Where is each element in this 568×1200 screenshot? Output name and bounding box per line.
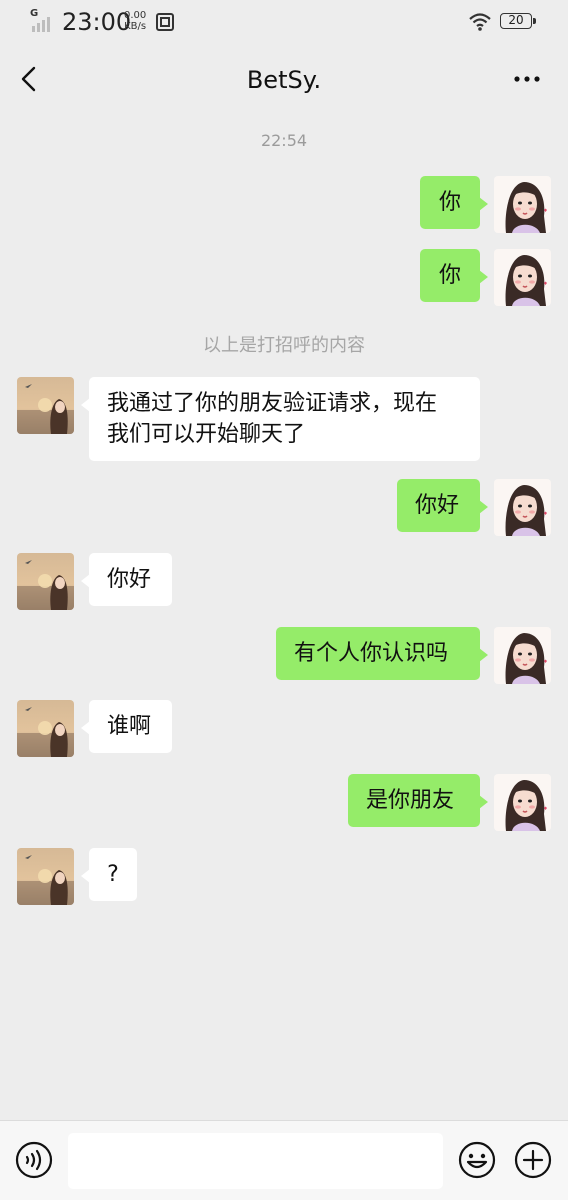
my-avatar[interactable] xyxy=(494,627,551,684)
status-bar: G 23:00 0.00 KB/s 20 xyxy=(0,0,568,46)
voice-icon xyxy=(15,1141,53,1179)
wifi-icon xyxy=(469,13,491,31)
message-line: 我们可以开始聊天了 xyxy=(107,422,306,447)
my-avatar[interactable] xyxy=(494,479,551,536)
incoming-message[interactable]: 谁啊 xyxy=(81,700,172,753)
outgoing-message[interactable]: 是你朋友 xyxy=(348,774,488,827)
contact-avatar[interactable] xyxy=(17,553,74,610)
outgoing-message[interactable]: 你 xyxy=(420,249,488,302)
more-icon xyxy=(514,76,540,82)
signal-icon: G xyxy=(30,8,54,32)
plus-button[interactable] xyxy=(514,1141,552,1179)
message-line: 我通过了你的朋友验证请求，现在 xyxy=(107,391,438,416)
status-time: 23:00 xyxy=(62,8,132,36)
outgoing-message[interactable]: 你 xyxy=(420,176,488,229)
more-options-button[interactable] xyxy=(510,72,544,86)
my-avatar[interactable] xyxy=(494,176,551,233)
network-speed-value: 0.00 xyxy=(124,10,147,21)
chat-screen: G 23:00 0.00 KB/s 20 BetSy. 22:54 你 你 以上… xyxy=(0,0,568,1200)
screenshot-icon xyxy=(156,13,174,31)
outgoing-message[interactable]: 有个人你认识吗 xyxy=(276,627,488,680)
contact-name: BetSy. xyxy=(246,66,322,94)
network-speed: 0.00 KB/s xyxy=(124,10,146,32)
input-bar xyxy=(0,1120,568,1200)
outgoing-message[interactable]: 你好 xyxy=(397,479,488,532)
contact-avatar[interactable] xyxy=(17,377,74,434)
chat-timestamp: 22:54 xyxy=(260,131,308,150)
battery-indicator: 20 xyxy=(500,13,536,29)
my-avatar[interactable] xyxy=(494,249,551,306)
message-input[interactable] xyxy=(68,1133,443,1189)
my-avatar[interactable] xyxy=(494,774,551,831)
voice-button[interactable] xyxy=(15,1141,53,1179)
incoming-message[interactable]: 我通过了你的朋友验证请求，现在 我们可以开始聊天了 xyxy=(81,377,480,461)
emoji-button[interactable] xyxy=(458,1141,496,1179)
incoming-message[interactable]: 你好 xyxy=(81,553,172,606)
network-speed-unit: KB/s xyxy=(124,21,147,32)
chat-header: BetSy. xyxy=(0,46,568,114)
emoji-icon xyxy=(458,1141,496,1179)
contact-avatar[interactable] xyxy=(17,700,74,757)
plus-icon xyxy=(514,1141,552,1179)
contact-avatar[interactable] xyxy=(17,848,74,905)
incoming-message[interactable]: ? xyxy=(81,848,137,901)
network-type: G xyxy=(30,8,39,19)
greeting-note: 以上是打招呼的内容 xyxy=(203,335,365,356)
